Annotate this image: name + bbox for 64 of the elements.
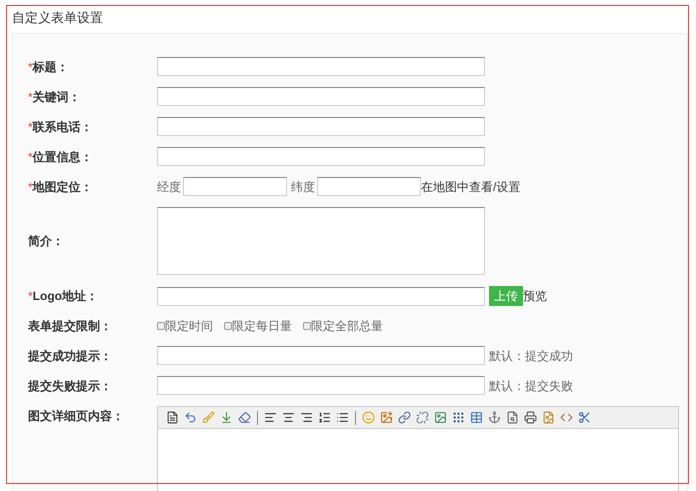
required-mark: * xyxy=(28,178,33,196)
hint-text: 默认：提交失败 xyxy=(489,378,573,394)
field-label: Logo地址： xyxy=(32,288,98,305)
code-icon[interactable] xyxy=(560,411,573,424)
field-label: 标题： xyxy=(32,58,69,76)
text-field[interactable] xyxy=(157,147,485,166)
panel-title: 自定义表单设置 xyxy=(12,9,104,27)
checkbox-label: 限定全部总量 xyxy=(311,318,383,335)
table-icon[interactable] xyxy=(470,411,483,424)
longitude-field[interactable] xyxy=(183,177,287,196)
eraser-icon[interactable] xyxy=(238,411,251,424)
field-label: 地图定位： xyxy=(32,178,93,196)
grid-icon[interactable] xyxy=(452,411,465,424)
smiley-icon[interactable] xyxy=(362,411,375,424)
field-label: 简介： xyxy=(28,233,64,250)
align-left-icon[interactable] xyxy=(264,411,277,424)
hint-text: 默认：提交成功 xyxy=(489,348,573,364)
longitude-label: 经度 xyxy=(157,178,181,196)
required-mark: * xyxy=(28,148,33,166)
text-field[interactable] xyxy=(157,117,485,136)
align-right-icon[interactable] xyxy=(300,411,313,424)
latitude-label: 纬度 xyxy=(291,178,315,196)
field-label: 表单提交限制： xyxy=(28,318,112,335)
rich-text-editor[interactable] xyxy=(157,406,679,491)
preview-link[interactable]: 预览 xyxy=(523,287,547,305)
field-label: 关键词： xyxy=(32,88,81,106)
text-field[interactable] xyxy=(157,57,485,76)
checkbox[interactable] xyxy=(224,322,232,330)
image-icon[interactable] xyxy=(434,411,447,424)
unlink-icon[interactable] xyxy=(416,411,429,424)
bullet-list-icon[interactable] xyxy=(336,411,349,424)
logo-url-field[interactable] xyxy=(157,286,485,306)
ordered-list-icon[interactable] xyxy=(318,411,331,424)
textarea-field[interactable] xyxy=(157,207,485,275)
field-label: 提交成功提示： xyxy=(28,348,112,364)
checkbox[interactable] xyxy=(303,322,311,330)
required-mark: * xyxy=(28,58,33,76)
text-field[interactable] xyxy=(157,346,485,365)
field-label: 联系电话： xyxy=(32,118,93,136)
checkbox-label: 限定时间 xyxy=(165,318,213,335)
checkbox[interactable] xyxy=(157,322,165,330)
field-label: 提交失败提示： xyxy=(28,378,112,394)
align-center-icon[interactable] xyxy=(282,411,295,424)
field-label: 图文详细页内容： xyxy=(28,408,124,425)
page-icon[interactable] xyxy=(542,411,555,424)
text-field[interactable] xyxy=(157,87,485,106)
anchor-icon[interactable] xyxy=(488,411,501,424)
brush-icon[interactable] xyxy=(202,411,215,424)
printer-icon[interactable] xyxy=(524,411,537,424)
required-mark: * xyxy=(28,288,33,305)
link-icon[interactable] xyxy=(398,411,411,424)
insert-icon[interactable] xyxy=(220,411,233,424)
map-link[interactable]: 在地图中查看/设置 xyxy=(421,178,520,196)
latitude-field[interactable] xyxy=(317,177,421,196)
scissors-icon[interactable] xyxy=(578,411,591,424)
field-label: 位置信息： xyxy=(32,148,93,166)
text-field[interactable] xyxy=(157,376,485,395)
document-icon[interactable] xyxy=(166,411,179,424)
required-mark: * xyxy=(28,88,33,106)
image-add-icon[interactable] xyxy=(380,411,393,424)
undo-icon[interactable] xyxy=(184,411,197,424)
preview-icon[interactable] xyxy=(506,411,519,424)
checkbox-label: 限定每日量 xyxy=(232,318,292,335)
required-mark: * xyxy=(28,118,33,136)
